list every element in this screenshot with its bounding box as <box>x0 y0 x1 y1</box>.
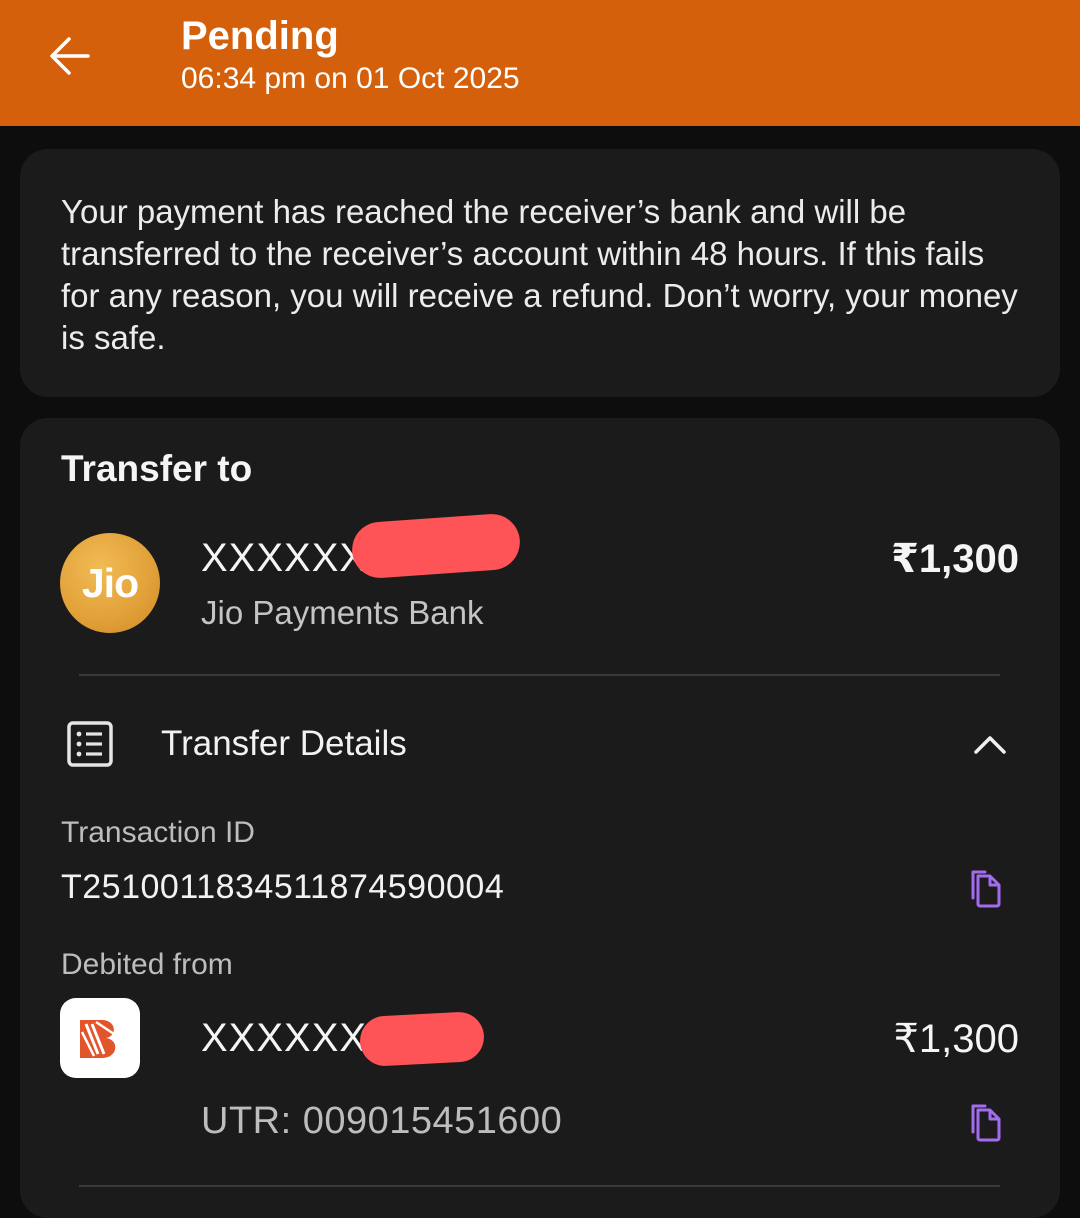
pending-notice-text: Your payment has reached the receiver’s … <box>61 193 1018 356</box>
bank-of-baroda-logo <box>60 998 140 1078</box>
transaction-id-label: Transaction ID <box>61 816 255 849</box>
redaction-mark <box>350 512 522 580</box>
receiver-bank-name: Jio Payments Bank <box>201 594 484 631</box>
transfer-details-toggle[interactable]: Transfer Details <box>20 698 1060 794</box>
divider <box>79 674 1000 676</box>
page-title: Pending <box>181 14 339 58</box>
transfer-to-title: Transfer to <box>61 448 253 489</box>
pending-notice-card: Your payment has reached the receiver’s … <box>20 149 1060 397</box>
transfer-amount: ₹1,300 <box>891 537 1019 581</box>
jio-bank-logo: Jio <box>60 533 160 633</box>
debited-from-label: Debited from <box>61 948 233 981</box>
debited-account-name: XXXXXX <box>201 1016 368 1060</box>
transfer-card: Transfer to Jio XXXXXX Jio Payments Bank… <box>20 418 1060 1218</box>
transfer-details-label: Transfer Details <box>161 724 407 763</box>
transaction-id-value: T2510011834511874590004 <box>61 868 505 906</box>
receiver-name: XXXXXX <box>201 536 368 580</box>
transaction-timestamp: 06:34 pm on 01 Oct 2025 <box>181 62 520 95</box>
arrow-left-icon <box>50 37 90 75</box>
copy-icon[interactable] <box>964 866 1008 910</box>
copy-icon[interactable] <box>964 1100 1008 1144</box>
utr-value: UTR: 009015451600 <box>201 1100 563 1142</box>
back-button[interactable] <box>40 24 100 88</box>
bank-logo-mark <box>80 1020 116 1058</box>
chevron-up-icon <box>974 736 1006 754</box>
debited-amount: ₹1,300 <box>893 1017 1019 1061</box>
redaction-mark <box>358 1010 486 1068</box>
receipt-list-icon <box>67 721 113 767</box>
app-header: Pending 06:34 pm on 01 Oct 2025 <box>0 0 1080 126</box>
